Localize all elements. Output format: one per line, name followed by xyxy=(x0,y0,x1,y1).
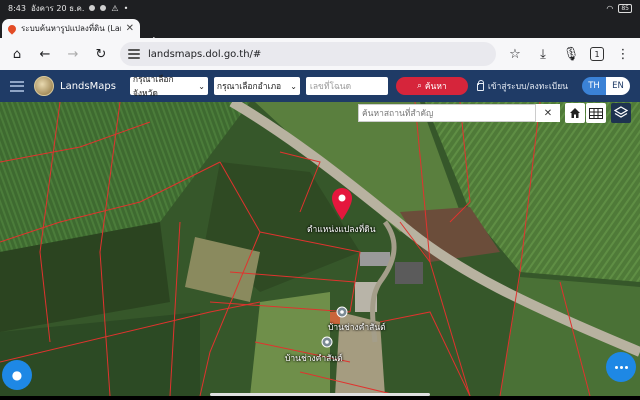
back-icon[interactable]: ← xyxy=(36,45,54,63)
site-info-icon[interactable] xyxy=(128,49,140,59)
tab-strip: ระบบค้นหารูปแปลงที่ดิน (Lan ✕ + xyxy=(0,16,640,50)
person-icon: ● xyxy=(11,368,23,382)
home-view-button[interactable] xyxy=(565,103,585,123)
deed-number-input[interactable]: เลขที่โฉนด xyxy=(305,77,388,95)
login-link[interactable]: เข้าสู่ระบบ/ลงทะเบียน xyxy=(476,79,568,93)
grid-icon xyxy=(589,107,603,119)
favicon-pin-icon xyxy=(6,22,18,35)
messenger-icon xyxy=(89,5,96,11)
more-options-fab[interactable] xyxy=(606,352,636,382)
warning-icon: ⚠ xyxy=(111,3,119,13)
satellite-map[interactable]: ตำแหน่งแปลงที่ดิน บ้านช่างคำสันต์ บ้านช่… xyxy=(0,102,640,396)
grid-toggle-button[interactable] xyxy=(586,103,606,123)
bookmark-star-icon[interactable]: ☆ xyxy=(506,45,524,63)
chevron-down-icon: ⌄ xyxy=(198,81,205,91)
more-dot-icon: • xyxy=(123,3,129,13)
microphone-icon[interactable]: 🎙 xyxy=(562,45,580,63)
site-header: LandsMaps กรุณาเลือกจังหวัด ⌄ กรุณาเลือก… xyxy=(0,70,640,102)
layers-icon xyxy=(614,106,628,118)
building xyxy=(395,262,423,284)
status-bar: 8:43 อังคาร 20 ธ.ค. ⚠ • ◠ 85 xyxy=(0,0,640,16)
poi-label: บ้านช่างคำสันต์ xyxy=(285,354,343,364)
battery-icon: 85 xyxy=(618,3,632,13)
lang-en-button[interactable]: EN xyxy=(606,77,630,95)
status-date: อังคาร 20 ธ.ค. xyxy=(30,3,85,13)
tab-switcher-button[interactable]: 1 xyxy=(590,47,604,61)
screen: 8:43 อังคาร 20 ธ.ค. ⚠ • ◠ 85 ระบบค้นหารู… xyxy=(0,0,640,400)
tab-title: ระบบค้นหารูปแปลงที่ดิน (Lan xyxy=(21,24,121,33)
parcel-label: ตำแหน่งแปลงที่ดิน xyxy=(307,225,376,235)
more-dots-icon xyxy=(614,365,628,369)
lock-icon xyxy=(476,80,485,91)
menu-icon[interactable]: ⋮ xyxy=(614,45,632,63)
forward-icon[interactable]: → xyxy=(64,45,82,63)
location-fab[interactable]: ● xyxy=(2,360,32,390)
gesture-bar xyxy=(210,393,430,396)
chevron-down-icon: ⌄ xyxy=(290,81,297,91)
search-icon: ⌕ xyxy=(417,81,422,91)
deed-number-placeholder: เลขที่โฉนด xyxy=(309,82,352,92)
brand-name: LandsMaps xyxy=(60,80,116,92)
search-button-label: ค้นหา xyxy=(424,82,447,92)
district-select[interactable]: กรุณาเลือกอำเภอ ⌄ xyxy=(213,77,300,95)
district-select-value: กรุณาเลือกอำเภอ xyxy=(216,82,282,92)
wifi-icon: ◠ xyxy=(606,3,614,13)
province-select[interactable]: กรุณาเลือกจังหวัด ⌄ xyxy=(129,75,208,99)
close-icon[interactable]: ✕ xyxy=(126,23,134,34)
place-search-input[interactable]: ค้นหาสถานที่สำคัญ xyxy=(358,104,536,122)
building xyxy=(360,252,390,266)
url-text: landsmaps.dol.go.th/# xyxy=(148,48,262,60)
place-search-placeholder: ค้นหาสถานที่สำคัญ xyxy=(362,109,434,119)
poi-marker[interactable] xyxy=(336,306,348,318)
home-icon[interactable]: ⌂ xyxy=(8,45,26,63)
search-button[interactable]: ⌕ ค้นหา xyxy=(395,77,468,95)
province-select-value: กรุณาเลือกจังหวัด xyxy=(132,75,174,99)
browser-tab[interactable]: ระบบค้นหารูปแปลงที่ดิน (Lan ✕ xyxy=(2,19,140,38)
download-icon[interactable]: ⤓ xyxy=(534,45,552,63)
refresh-icon[interactable]: ↻ xyxy=(92,45,110,63)
login-label: เข้าสู่ระบบ/ลงทะเบียน xyxy=(487,82,568,92)
poi-marker[interactable] xyxy=(321,336,333,348)
language-toggle: TH EN xyxy=(582,77,630,95)
hamburger-menu-icon[interactable] xyxy=(10,80,24,92)
house-icon xyxy=(570,108,580,118)
browser-toolbar: ⌂ ← → ↻ landsmaps.dol.go.th/# ☆ ⤓ 🎙 1 ⋮ xyxy=(0,38,640,70)
notification-icon xyxy=(100,5,107,11)
address-bar[interactable]: landsmaps.dol.go.th/# xyxy=(120,42,496,66)
place-search-box: ค้นหาสถานที่สำคัญ ✕ xyxy=(358,104,560,122)
dol-logo xyxy=(34,76,54,96)
poi-label: บ้านช่างคำสันต์ xyxy=(328,323,386,333)
close-icon[interactable]: ✕ xyxy=(536,107,560,119)
status-time: 8:43 xyxy=(8,3,26,13)
lang-th-button[interactable]: TH xyxy=(582,77,606,95)
layers-button[interactable] xyxy=(611,103,631,123)
